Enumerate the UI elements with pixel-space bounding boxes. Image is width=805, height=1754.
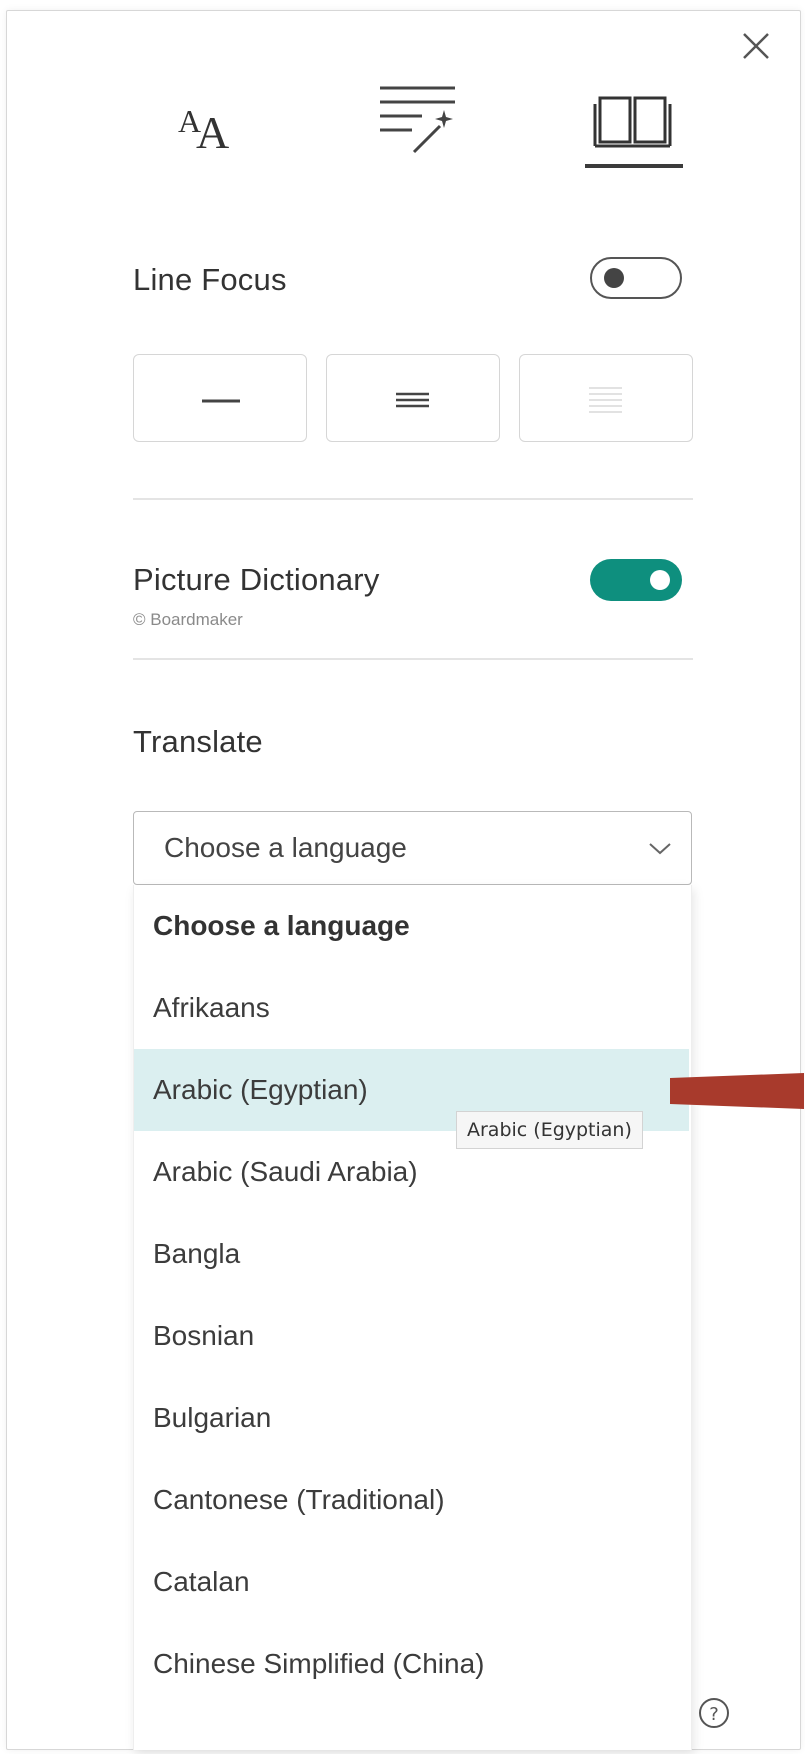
picture-dictionary-credit: © Boardmaker <box>133 610 243 629</box>
text-size-icon: A A <box>178 103 229 158</box>
line-focus-label: Line Focus <box>133 262 287 297</box>
translate-label: Translate <box>133 724 263 759</box>
language-select-value: Choose a language <box>164 832 407 863</box>
svg-text:A: A <box>196 107 229 158</box>
tab-text-options[interactable]: A A <box>150 70 260 170</box>
language-option[interactable]: Catalan <box>134 1541 689 1623</box>
language-tooltip: Arabic (Egyptian) <box>456 1111 643 1149</box>
help-button[interactable]: ? <box>696 1695 732 1731</box>
line-focus-one-line-button[interactable] <box>133 354 307 442</box>
line-focus-five-lines-button[interactable] <box>519 354 693 442</box>
language-select[interactable]: Choose a language <box>133 811 692 885</box>
language-dropdown-list: Choose a language Afrikaans Arabic (Egyp… <box>133 885 692 1750</box>
tab-grammar-options[interactable] <box>360 70 470 170</box>
picture-dictionary-toggle[interactable] <box>590 559 682 601</box>
three-lines-icon <box>396 392 429 408</box>
language-option-header[interactable]: Choose a language <box>134 885 689 967</box>
language-option[interactable]: Bulgarian <box>134 1377 689 1459</box>
language-option[interactable]: Afrikaans <box>134 967 689 1049</box>
language-option[interactable]: Bosnian <box>134 1295 689 1377</box>
toggle-knob <box>650 570 670 590</box>
language-option[interactable]: Bangla <box>134 1213 689 1295</box>
tab-reading-preferences[interactable] <box>580 70 690 170</box>
language-option[interactable]: Cantonese (Traditional) <box>134 1459 689 1541</box>
svg-text:?: ? <box>709 1704 719 1725</box>
grammar-magic-icon <box>380 86 455 154</box>
section-divider <box>133 498 693 500</box>
picture-dictionary-label: Picture Dictionary <box>133 562 380 597</box>
toggle-knob <box>604 268 624 288</box>
line-focus-three-lines-button[interactable] <box>326 354 500 442</box>
language-option[interactable]: Chinese Simplified (China) <box>134 1623 689 1705</box>
chevron-down-icon <box>649 843 671 855</box>
help-icon: ? <box>699 1698 729 1728</box>
book-icon <box>593 96 672 148</box>
five-lines-icon <box>589 387 622 413</box>
single-line-icon <box>202 399 240 403</box>
annotation-arrow-icon <box>670 1073 804 1109</box>
close-icon <box>743 33 769 59</box>
section-divider <box>133 658 693 660</box>
close-button[interactable] <box>738 28 774 64</box>
selected-tab-indicator <box>585 164 683 168</box>
line-focus-toggle[interactable] <box>590 257 682 299</box>
